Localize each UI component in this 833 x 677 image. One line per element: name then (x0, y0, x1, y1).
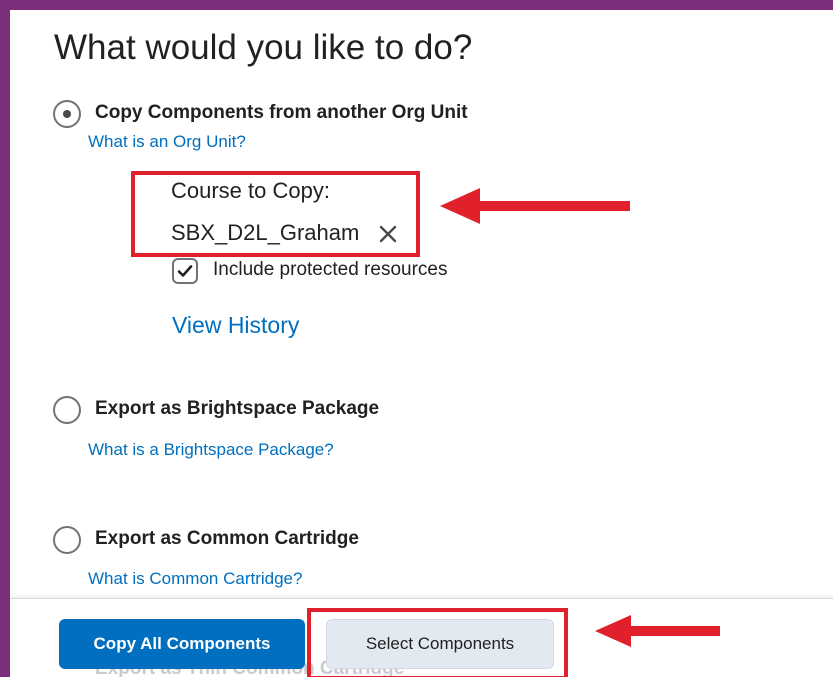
red-arrow-icon (595, 615, 720, 647)
close-icon[interactable] (376, 222, 400, 246)
help-link-org-unit[interactable]: What is an Org Unit? (88, 132, 246, 152)
option-export-common-cartridge-label: Export as Common Cartridge (95, 528, 359, 549)
include-protected-label: Include protected resources (213, 259, 448, 280)
select-components-annotation-box (307, 608, 568, 677)
option-export-brightspace-label: Export as Brightspace Package (95, 398, 380, 419)
page-title: What would you like to do? (54, 28, 473, 67)
option-copy-components-label: Copy Components from another Org Unit (95, 102, 468, 123)
red-arrow-icon (440, 188, 630, 224)
copy-all-components-button[interactable]: Copy All Components (59, 619, 305, 669)
help-link-brightspace-package[interactable]: What is a Brightspace Package? (88, 440, 334, 460)
course-to-copy-label: Course to Copy: (171, 178, 330, 203)
radio-copy-components[interactable] (53, 100, 81, 128)
view-history-link[interactable]: View History (172, 312, 299, 339)
copy-course-panel: What would you like to do? Copy Componen… (10, 10, 833, 677)
radio-export-common-cartridge[interactable] (53, 526, 81, 554)
help-link-common-cartridge[interactable]: What is Common Cartridge? (88, 569, 302, 589)
checkmark-icon (177, 265, 193, 277)
course-to-copy-value: SBX_D2L_Graham (171, 220, 360, 245)
radio-export-brightspace[interactable] (53, 396, 81, 424)
include-protected-checkbox[interactable] (172, 258, 198, 284)
